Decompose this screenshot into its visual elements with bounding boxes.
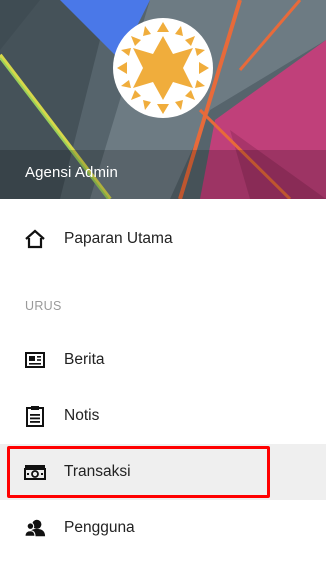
- nav-item-transactions-label: Transaksi: [64, 463, 131, 480]
- navigation-drawer: Agensi Admin Paparan Utama URUS Berita N…: [0, 0, 326, 568]
- nav-item-users[interactable]: Pengguna: [0, 500, 326, 556]
- nav-item-users-label: Pengguna: [64, 519, 135, 536]
- nav-item-home[interactable]: Paparan Utama: [0, 211, 326, 267]
- nav-item-transactions[interactable]: Transaksi: [0, 444, 326, 500]
- account-name: Agensi Admin: [25, 164, 118, 181]
- home-icon: [24, 228, 46, 250]
- section-header-manage: URUS: [25, 299, 62, 313]
- money-icon: [24, 461, 46, 483]
- agency-logo: [113, 18, 213, 118]
- nav-item-news-label: Berita: [64, 351, 105, 368]
- nav-item-news[interactable]: Berita: [0, 332, 326, 388]
- drawer-header: Agensi Admin: [0, 0, 326, 199]
- clipboard-icon: [24, 405, 46, 427]
- users-icon: [24, 517, 46, 539]
- nav-item-home-label: Paparan Utama: [64, 230, 173, 247]
- newspaper-icon: [24, 349, 46, 371]
- nav-item-notices-label: Notis: [64, 407, 100, 424]
- nav-item-notices[interactable]: Notis: [0, 388, 326, 444]
